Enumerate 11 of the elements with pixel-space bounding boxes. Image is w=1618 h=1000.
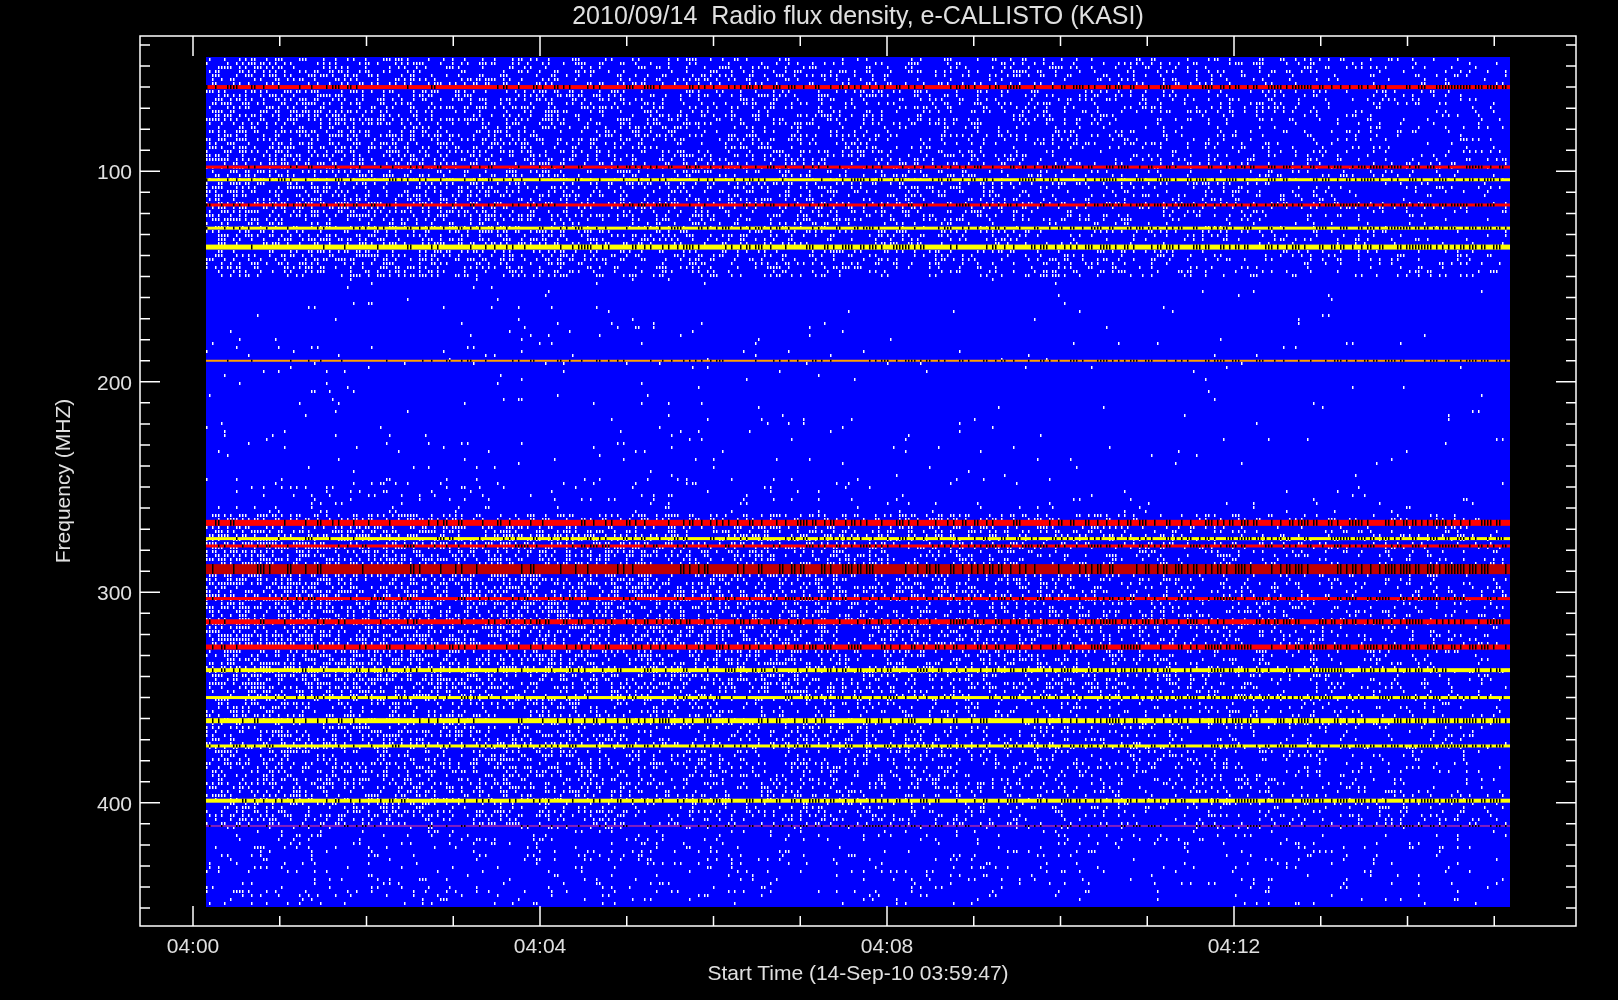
tick-label: 04:08 <box>860 934 914 957</box>
tick-label: 04:04 <box>513 934 567 957</box>
axis-label: Start Time (14-Sep-10 03:59:47) <box>707 961 1009 984</box>
chart-title: 2010/09/14 Radio flux density, e-CALLISTO (KASI) <box>572 1 1144 29</box>
tick-label: 100 <box>96 160 132 184</box>
tick-label: 200 <box>96 370 132 394</box>
axis-label: Frequency (MHZ) <box>51 398 74 564</box>
tick-label: 300 <box>96 581 132 605</box>
tick-label: 04:00 <box>166 934 220 957</box>
tick-label: 04:12 <box>1207 934 1261 957</box>
tick-label: 400 <box>96 791 132 815</box>
